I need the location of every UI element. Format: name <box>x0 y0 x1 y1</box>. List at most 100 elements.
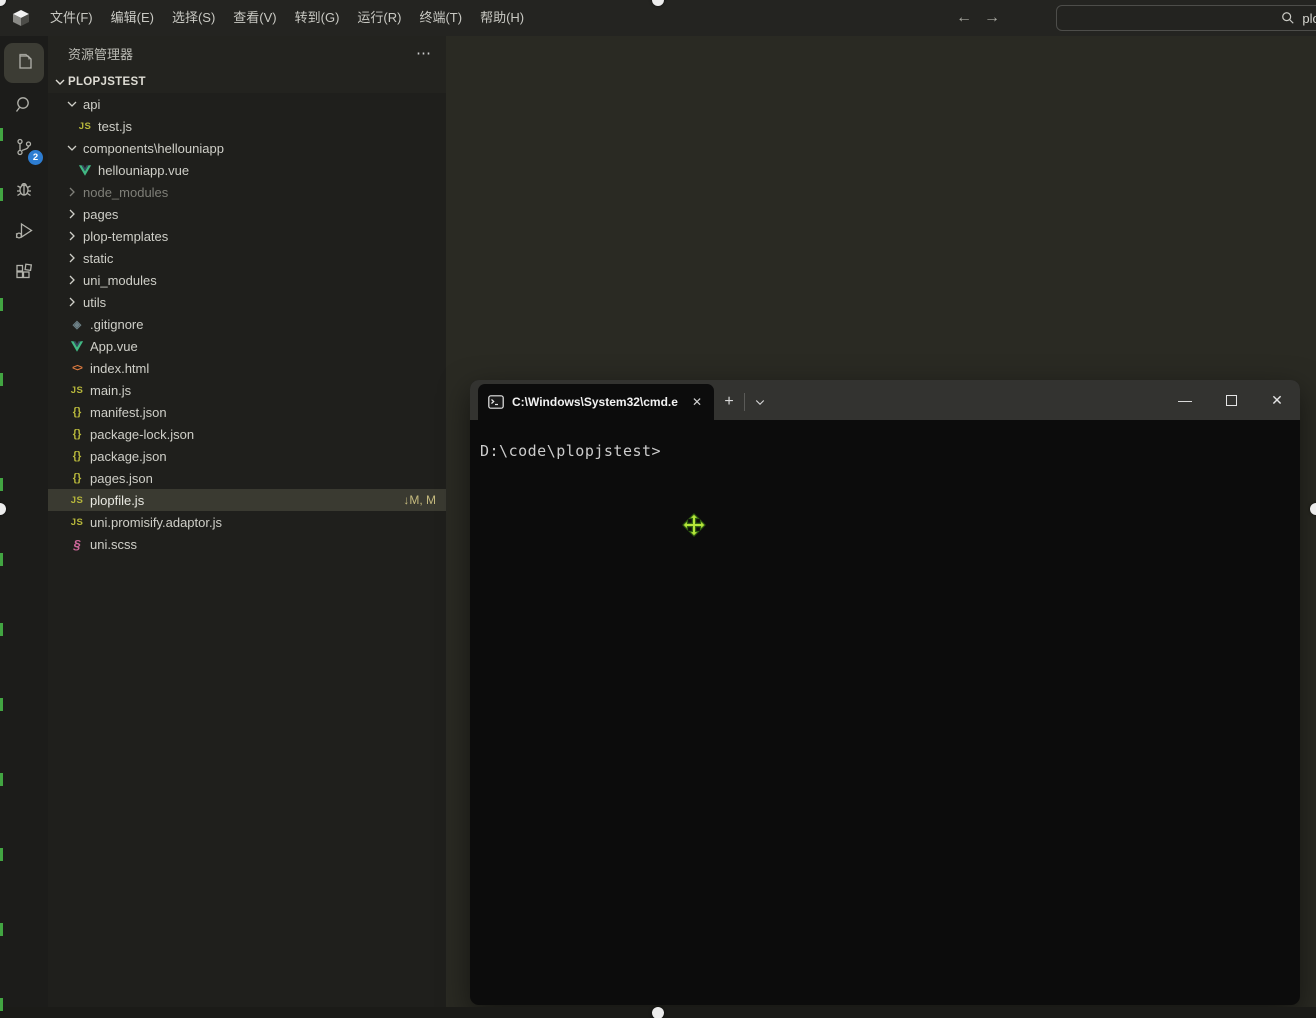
chevron-right-icon <box>64 184 80 200</box>
explorer-title: 资源管理器 <box>68 44 416 63</box>
json-file-icon: {} <box>68 428 86 440</box>
tree-item-node-modules[interactable]: node_modules <box>48 181 446 203</box>
edge-artifact <box>0 998 3 1011</box>
json-file-icon: {} <box>68 406 86 418</box>
chevron-right-icon <box>64 228 80 244</box>
bug-icon[interactable] <box>4 169 44 209</box>
close-button[interactable]: ✕ <box>1254 380 1300 420</box>
selection-handle-bottom[interactable] <box>652 1007 664 1018</box>
search-query-text: plop <box>1302 11 1316 26</box>
file-tree: api JS test.js components\hellouniapp he… <box>48 93 446 1007</box>
html-file-icon: <> <box>68 363 86 374</box>
menu-go[interactable]: 转到(G) <box>286 0 349 36</box>
terminal-window: C:\Windows\System32\cmd.e ✕ + — ✕ D:\cod… <box>470 380 1300 1005</box>
tree-item-static[interactable]: static <box>48 247 446 269</box>
tree-item-pages-json[interactable]: {} pages.json <box>48 467 446 489</box>
terminal-body[interactable]: D:\code\plopjstest> <box>470 420 1300 1005</box>
chevron-right-icon <box>64 272 80 288</box>
json-file-icon: {} <box>68 450 86 462</box>
menu-file[interactable]: 文件(F) <box>41 0 102 36</box>
tree-item-package-lock-json[interactable]: {} package-lock.json <box>48 423 446 445</box>
menu-help[interactable]: 帮助(H) <box>471 0 533 36</box>
edge-artifact <box>0 298 3 311</box>
tree-item-index-html[interactable]: <> index.html <box>48 357 446 379</box>
maximize-button[interactable] <box>1208 380 1254 420</box>
forward-arrow-icon[interactable]: → <box>978 9 1006 27</box>
tree-item-app-vue[interactable]: App.vue <box>48 335 446 357</box>
move-cursor-icon <box>681 512 707 538</box>
app-logo-icon <box>11 8 31 28</box>
terminal-title-bar[interactable]: C:\Windows\System32\cmd.e ✕ + — ✕ <box>470 380 1300 420</box>
command-center-search[interactable]: plop <box>1056 5 1316 31</box>
explorer-icon[interactable] <box>4 43 44 83</box>
menu-view[interactable]: 查看(V) <box>224 0 285 36</box>
minimize-button[interactable]: — <box>1162 380 1208 420</box>
back-arrow-icon[interactable]: ← <box>950 9 978 27</box>
vue-file-icon <box>68 340 86 353</box>
chevron-down-icon <box>64 140 80 156</box>
edge-artifact <box>0 623 3 636</box>
tree-item-hellouniapp-vue[interactable]: hellouniapp.vue <box>48 159 446 181</box>
edge-artifact <box>0 698 3 711</box>
git-status-badge: ↓M, M <box>403 493 436 507</box>
menu-terminal[interactable]: 终端(T) <box>410 0 471 36</box>
tree-item-plop-templates[interactable]: plop-templates <box>48 225 446 247</box>
tree-item-uni-modules[interactable]: uni_modules <box>48 269 446 291</box>
source-control-icon[interactable]: 2 <box>4 127 44 167</box>
tree-item-gitignore[interactable]: ◈ .gitignore <box>48 313 446 335</box>
terminal-tab-title: C:\Windows\System32\cmd.e <box>512 395 688 409</box>
chevron-down-icon <box>52 74 68 90</box>
menu-edit[interactable]: 编辑(E) <box>102 0 163 36</box>
terminal-prompt: D:\code\plopjstest> <box>480 442 661 460</box>
js-file-icon: JS <box>68 495 86 506</box>
explorer-sidebar: 资源管理器 ⋯ PLOPJSTEST api JS test.js compon… <box>48 36 446 1007</box>
tree-item-package-json[interactable]: {} package.json <box>48 445 446 467</box>
edge-artifact <box>0 188 3 201</box>
chevron-down-icon <box>64 96 80 112</box>
chevron-right-icon <box>64 294 80 310</box>
edge-artifact <box>0 773 3 786</box>
terminal-tab-cmd[interactable]: C:\Windows\System32\cmd.e ✕ <box>478 384 714 420</box>
menu-run[interactable]: 运行(R) <box>348 0 410 36</box>
maximize-icon <box>1226 395 1237 406</box>
selection-handle-right[interactable] <box>1310 503 1316 515</box>
edge-artifact <box>0 373 3 386</box>
edge-artifact <box>0 553 3 566</box>
run-debug-icon[interactable] <box>4 211 44 251</box>
edge-artifact <box>0 923 3 936</box>
tree-item-uni-scss[interactable]: § uni.scss <box>48 533 446 555</box>
sass-file-icon: § <box>68 537 86 552</box>
extensions-icon[interactable] <box>4 253 44 293</box>
tree-item-manifest-json[interactable]: {} manifest.json <box>48 401 446 423</box>
tree-item-api[interactable]: api <box>48 93 446 115</box>
scm-badge: 2 <box>28 150 43 165</box>
tree-item-plopfile-js[interactable]: JS plopfile.js ↓M, M <box>48 489 446 511</box>
activity-bar: 2 <box>0 36 48 1018</box>
js-file-icon: JS <box>68 385 86 396</box>
edge-artifact <box>0 478 3 491</box>
tree-item-test-js[interactable]: JS test.js <box>48 115 446 137</box>
git-file-icon: ◈ <box>68 318 86 331</box>
project-section-header[interactable]: PLOPJSTEST <box>48 70 446 93</box>
js-file-icon: JS <box>68 517 86 528</box>
search-icon <box>1281 11 1295 25</box>
tree-item-components-hellouniapp[interactable]: components\hellouniapp <box>48 137 446 159</box>
chevron-right-icon <box>64 250 80 266</box>
tab-dropdown-icon[interactable] <box>745 384 775 420</box>
chevron-right-icon <box>64 206 80 222</box>
cmd-icon <box>488 395 504 409</box>
menu-selection[interactable]: 选择(S) <box>163 0 224 36</box>
js-file-icon: JS <box>76 121 94 132</box>
json-file-icon: {} <box>68 472 86 484</box>
search-sidebar-icon[interactable] <box>4 85 44 125</box>
more-actions-icon[interactable]: ⋯ <box>416 44 432 62</box>
tree-item-pages[interactable]: pages <box>48 203 446 225</box>
tree-item-utils[interactable]: utils <box>48 291 446 313</box>
tree-item-main-js[interactable]: JS main.js <box>48 379 446 401</box>
tab-close-icon[interactable]: ✕ <box>688 395 706 409</box>
edge-artifact <box>0 128 3 141</box>
project-name: PLOPJSTEST <box>68 76 146 88</box>
tree-item-uni-promisify-adaptor-js[interactable]: JS uni.promisify.adaptor.js <box>48 511 446 533</box>
new-tab-icon[interactable]: + <box>714 384 744 420</box>
screen: 文件(F) 编辑(E) 选择(S) 查看(V) 转到(G) 运行(R) 终端(T… <box>0 0 1316 1018</box>
